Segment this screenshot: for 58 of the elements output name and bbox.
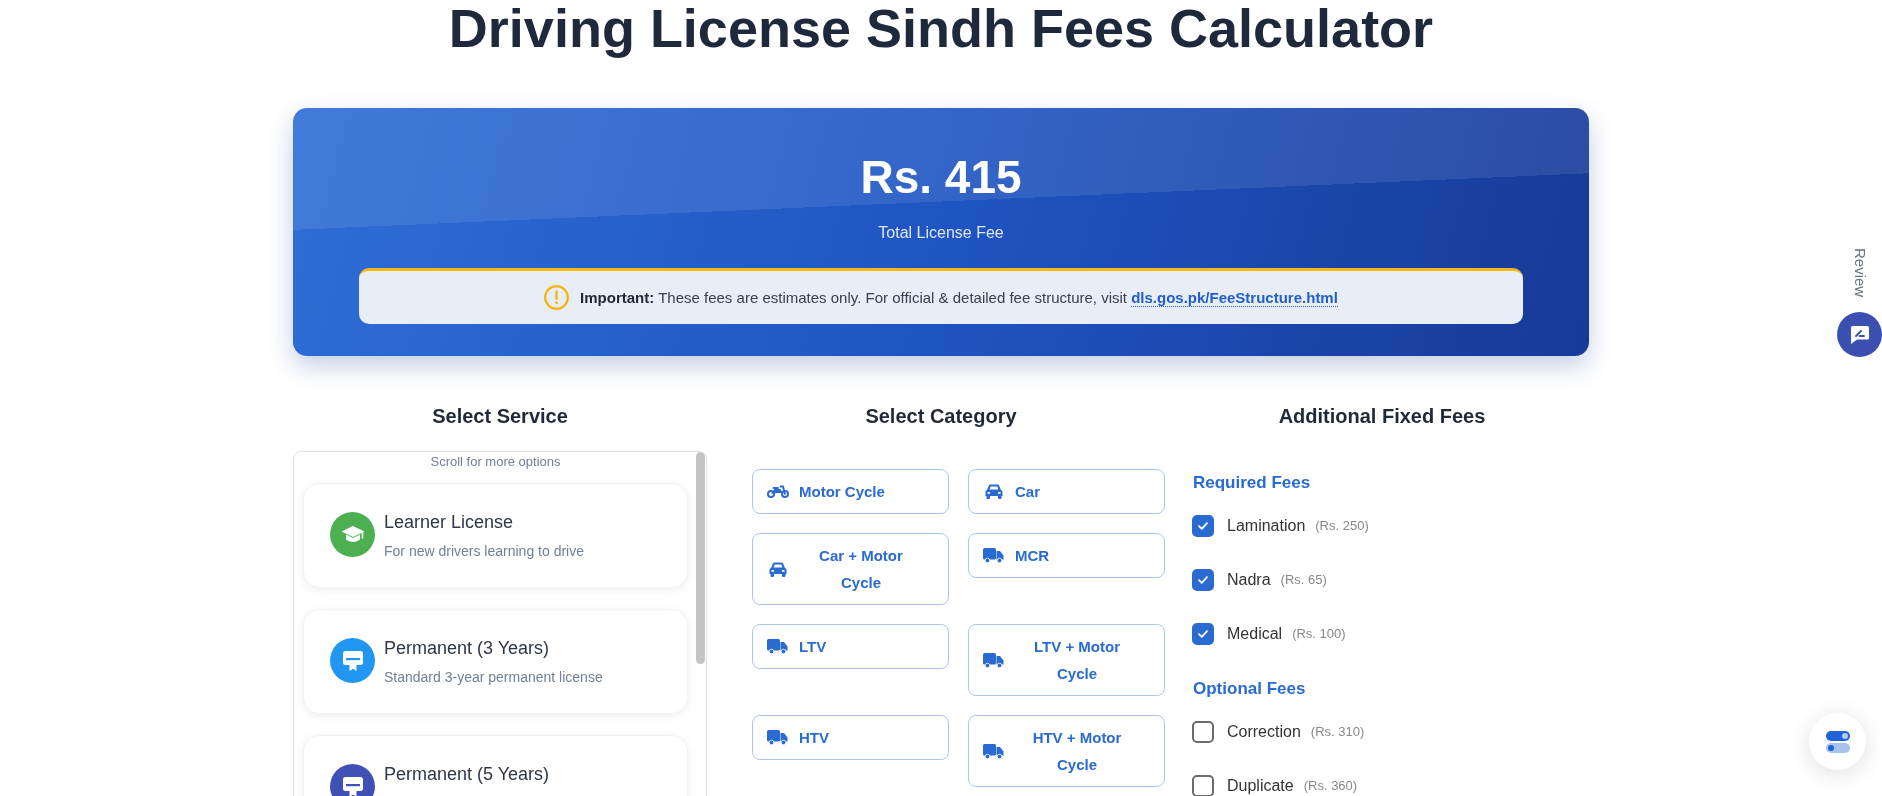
warning-icon [544, 285, 570, 310]
checkbox[interactable] [1192, 623, 1214, 645]
service-option[interactable]: Learner License For new drivers learning to drive [303, 483, 688, 588]
category-button[interactable]: Car [968, 469, 1165, 514]
truck-icon [767, 730, 788, 745]
motorcycle-icon [767, 485, 789, 498]
service-title: Permanent (5 Years) [384, 763, 550, 786]
truck-icon [983, 548, 1004, 563]
service-title: Permanent (3 Years) [384, 637, 551, 660]
fee-price: (Rs. 310) [1310, 723, 1365, 741]
fee-price: (Rs. 100) [1292, 625, 1346, 643]
fee-price: (Rs. 360) [1303, 777, 1358, 795]
total-amount: Rs. 415 [859, 154, 1023, 200]
category-button[interactable]: LTV + Motor Cycle [968, 624, 1165, 696]
checkbox[interactable] [1192, 775, 1214, 796]
total-label: Total License Fee [877, 223, 1005, 243]
truck-icon [983, 743, 1004, 759]
service-option[interactable]: Permanent (5 Years) [303, 735, 688, 796]
category-button[interactable]: Car + Motor Cycle [752, 533, 949, 605]
checkmark-icon [1198, 522, 1208, 530]
review-label: Review [1851, 248, 1869, 298]
notice-text: Important: These fees are estimates only. For official & detailed fee structure, visit dls.gos.pk/FeeStructure.html [580, 287, 1338, 308]
toggle-switches-icon [1825, 730, 1850, 753]
edit-comment-icon [1849, 324, 1870, 345]
checkbox[interactable] [1192, 515, 1214, 537]
checkmark-icon [1198, 630, 1208, 638]
fee-label: Correction [1227, 722, 1301, 742]
service-title: Learner License [384, 511, 515, 534]
checkbox[interactable] [1192, 569, 1214, 591]
fee-label: Nadra [1227, 570, 1271, 590]
category-button[interactable]: LTV [752, 624, 949, 669]
category-button[interactable]: MCR [968, 533, 1165, 578]
category-button[interactable]: HTV [752, 715, 949, 760]
service-description: For new drivers learning to drive [384, 542, 584, 561]
car-icon [985, 484, 1003, 499]
car-icon [769, 561, 787, 577]
fee-price: (Rs. 250) [1315, 517, 1369, 535]
fee-label: Medical [1227, 624, 1283, 644]
review-button[interactable] [1837, 312, 1882, 357]
fee-label: Lamination [1227, 516, 1306, 536]
fee-structure-link[interactable]: dls.gos.pk/FeeStructure.html [1131, 288, 1338, 307]
service-description: Standard 3-year permanent license [384, 668, 603, 687]
checkbox[interactable] [1192, 721, 1214, 743]
scroll-hint: Scroll for more options [429, 454, 562, 470]
fee-group-title: Optional Fees [1193, 678, 1307, 700]
checkmark-icon [1198, 576, 1208, 584]
truck-icon [767, 639, 788, 654]
truck-icon [983, 652, 1004, 668]
fee-group-title: Required Fees [1193, 472, 1312, 494]
fee-price: (Rs. 65) [1280, 571, 1327, 589]
scrollbar-thumb[interactable] [696, 452, 705, 664]
fee-label: Duplicate [1227, 776, 1294, 796]
section-heading: Additional Fixed Fees [1277, 404, 1487, 428]
section-heading: Select Category [864, 404, 1018, 428]
category-button[interactable]: Motor Cycle [752, 469, 949, 514]
service-option[interactable]: Permanent (3 Years) Standard 3-year permanent license [303, 609, 688, 714]
section-heading: Select Service [431, 404, 569, 428]
category-button[interactable]: HTV + Motor Cycle [968, 715, 1165, 787]
